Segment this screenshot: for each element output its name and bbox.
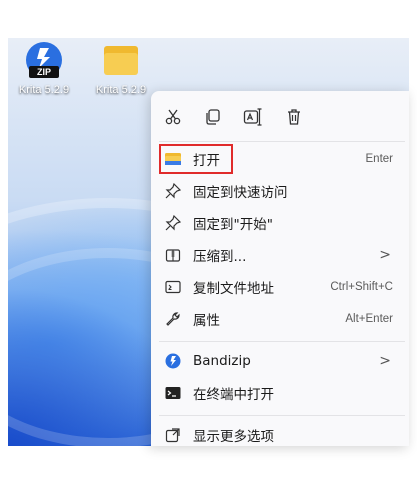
menu-item-show-more-options[interactable]: 显示更多选项	[159, 420, 405, 450]
wrench-icon	[164, 310, 182, 328]
menu-item-label: 固定到快速访问	[193, 185, 288, 201]
menu-item-label: 固定到"开始"	[193, 217, 273, 233]
menu-item-pin-start[interactable]: 固定到"开始"	[159, 208, 405, 238]
menu-item-shortcut: Ctrl+Shift+C	[330, 281, 393, 293]
desktop-icon-label: Krita 5.2.9	[18, 84, 70, 96]
menu-item-label: 压缩到...	[193, 249, 247, 265]
pin-icon	[164, 214, 182, 232]
menu-item-label: 显示更多选项	[193, 429, 274, 445]
chevron-right-icon: >	[379, 247, 391, 263]
context-menu: 打开 Enter 固定到快速访问 固定到"开始" 压缩到... > 复制文件地址…	[151, 91, 409, 446]
copy-button[interactable]	[199, 103, 227, 131]
terminal-icon	[164, 384, 182, 402]
rename-icon	[243, 108, 262, 126]
menu-item-shortcut: Alt+Enter	[345, 313, 393, 325]
more-options-icon	[164, 426, 182, 444]
delete-button[interactable]	[280, 103, 308, 131]
highlight-box	[159, 144, 233, 174]
chevron-right-icon: >	[379, 353, 391, 369]
path-icon	[164, 278, 182, 296]
desktop-icon-label: Krita 5.2.9	[95, 84, 147, 96]
rename-button[interactable]	[239, 103, 267, 131]
menu-item-compress[interactable]: 压缩到... >	[159, 240, 405, 270]
menu-item-label: 复制文件地址	[193, 281, 274, 297]
menu-item-label: 属性	[193, 313, 220, 329]
menu-item-label: Bandizip	[193, 353, 251, 369]
desktop-icon-krita-zip[interactable]: ZIP Krita 5.2.9	[8, 42, 84, 96]
bandizip-icon	[164, 352, 182, 370]
pin-icon	[164, 182, 182, 200]
trash-icon	[288, 109, 300, 125]
menu-divider	[159, 341, 405, 342]
menu-divider	[159, 141, 405, 142]
menu-item-shortcut: Enter	[365, 153, 394, 165]
scissors-icon	[165, 109, 181, 125]
cut-button[interactable]	[159, 103, 187, 131]
menu-item-copy-path[interactable]: 复制文件地址 Ctrl+Shift+C	[159, 272, 405, 302]
context-menu-toolbar	[151, 91, 409, 143]
menu-item-label: 在终端中打开	[193, 387, 274, 403]
zip-badge: ZIP	[29, 66, 59, 78]
compress-icon	[164, 246, 182, 264]
bandizip-zip-icon: ZIP	[25, 42, 63, 80]
copy-icon	[206, 109, 220, 125]
menu-item-pin-quick-access[interactable]: 固定到快速访问	[159, 176, 405, 206]
menu-item-bandizip[interactable]: Bandizip >	[159, 346, 405, 376]
folder-icon	[102, 42, 140, 80]
menu-item-open-terminal[interactable]: 在终端中打开	[159, 378, 405, 408]
desktop-icon-krita-folder[interactable]: Krita 5.2.9	[81, 42, 161, 96]
menu-divider	[159, 415, 405, 416]
menu-item-properties[interactable]: 属性 Alt+Enter	[159, 304, 405, 334]
